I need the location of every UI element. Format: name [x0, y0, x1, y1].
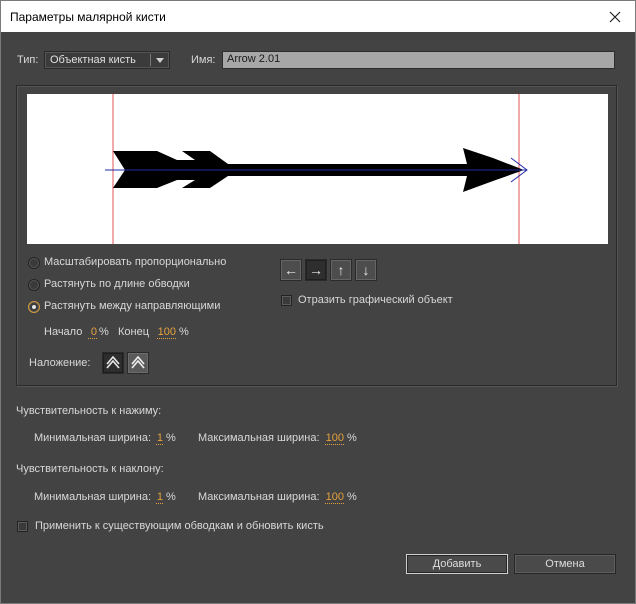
pressure-max-unit: %	[347, 432, 357, 444]
radio-stretch-length-label: Растянуть по длине обводки	[44, 278, 190, 290]
tilt-min-input[interactable]: 1	[156, 491, 163, 504]
type-select[interactable]: Объектная кисть	[44, 51, 170, 69]
cancel-button[interactable]: Отмена	[514, 554, 616, 574]
close-button[interactable]	[595, 1, 635, 32]
pressure-min-unit: %	[166, 432, 176, 444]
start-unit: %	[99, 326, 109, 338]
end-value-input[interactable]: 100	[157, 326, 176, 339]
flip-artwork-label: Отразить графический объект	[298, 294, 453, 306]
add-button[interactable]: Добавить	[406, 554, 508, 574]
pressure-min-input[interactable]: 1	[156, 432, 163, 445]
select-divider	[150, 54, 151, 66]
pressure-min-label: Минимальная ширина:	[34, 432, 152, 444]
radio-scale-proportional-label: Масштабировать пропорционально	[44, 256, 227, 268]
tilt-max-input[interactable]: 100	[325, 491, 344, 504]
brush-settings-group: Масштабировать пропорционально Растянуть…	[16, 85, 617, 386]
flip-artwork-checkbox[interactable]	[281, 295, 292, 306]
overlap-none-icon	[131, 356, 145, 369]
start-label: Начало	[44, 326, 83, 338]
arrow-up-icon: ↑	[337, 262, 345, 278]
apply-to-strokes-label: Применить к существующим обводкам и обно…	[35, 520, 324, 532]
overlap-none-button[interactable]	[127, 352, 149, 374]
pressure-max-label: Максимальная ширина:	[198, 432, 320, 444]
brush-options-dialog: Тип: Объектная кисть Имя: Arrow 2.01 Мас…	[0, 32, 636, 604]
brush-preview	[27, 94, 608, 244]
close-icon	[609, 11, 621, 22]
arrow-down-icon: ↓	[362, 262, 370, 278]
overlap-corners-icon	[106, 356, 120, 369]
brush-preview-canvas	[105, 94, 528, 244]
overlap-label: Наложение:	[29, 357, 91, 369]
radio-stretch-guides-label: Растянуть между направляющими	[44, 300, 221, 312]
name-input[interactable]: Arrow 2.01	[222, 51, 615, 69]
tilt-min-unit: %	[166, 491, 176, 503]
direction-down-button[interactable]: ↓	[355, 259, 377, 281]
end-unit: %	[179, 326, 189, 338]
direction-left-button[interactable]: ←	[280, 259, 302, 281]
end-label: Конец	[118, 326, 150, 338]
radio-stretch-guides[interactable]	[28, 301, 40, 313]
name-label: Имя:	[191, 54, 216, 66]
window-title: Параметры малярной кисти	[10, 10, 166, 24]
type-label: Тип:	[17, 54, 39, 66]
direction-button-group: ← → ↑ ↓	[280, 259, 380, 281]
apply-to-strokes-checkbox[interactable]	[17, 521, 28, 532]
pressure-heading: Чувствительность к нажиму:	[16, 405, 162, 417]
start-value-input[interactable]: 0	[88, 326, 97, 339]
tilt-max-unit: %	[347, 491, 357, 503]
title-bar: Параметры малярной кисти	[0, 0, 636, 32]
overlap-adjust-corners-button[interactable]	[102, 352, 124, 374]
tilt-min-label: Минимальная ширина:	[34, 491, 152, 503]
chevron-down-icon	[156, 58, 164, 63]
pressure-max-input[interactable]: 100	[325, 432, 344, 445]
type-select-value: Объектная кисть	[50, 54, 136, 66]
tilt-max-label: Максимальная ширина:	[198, 491, 320, 503]
arrow-left-icon: ←	[284, 262, 298, 278]
overlap-button-group	[102, 352, 150, 374]
radio-scale-proportional[interactable]	[28, 257, 40, 269]
arrow-right-icon: →	[309, 262, 323, 278]
direction-right-button[interactable]: →	[305, 259, 327, 281]
tilt-heading: Чувствительность к наклону:	[16, 463, 164, 475]
direction-up-button[interactable]: ↑	[330, 259, 352, 281]
radio-stretch-length[interactable]	[28, 279, 40, 291]
